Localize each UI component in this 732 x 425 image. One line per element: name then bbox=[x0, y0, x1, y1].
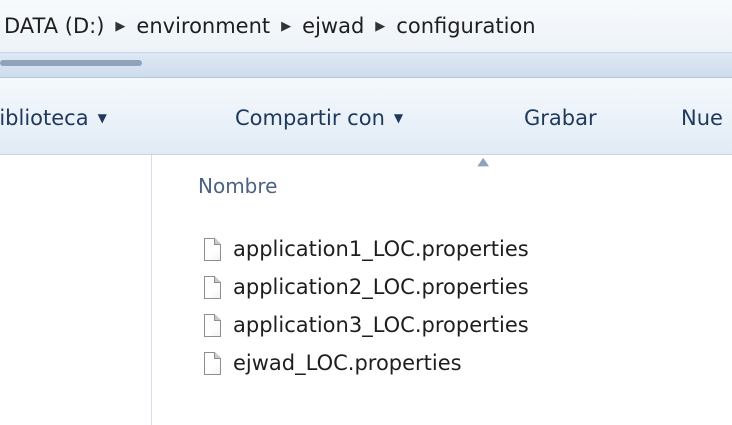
breadcrumb-item-data-drive[interactable]: DATA (D:) bbox=[2, 14, 106, 38]
burn-button[interactable]: Grabar bbox=[524, 103, 597, 133]
file-name: application3_LOC.properties bbox=[233, 313, 529, 337]
list-item[interactable]: ejwad_LOC.properties bbox=[204, 344, 529, 382]
list-item[interactable]: application3_LOC.properties bbox=[204, 306, 529, 344]
scrollbar-thumb[interactable] bbox=[0, 60, 142, 66]
share-with-button[interactable]: Compartir con ▼ bbox=[235, 103, 403, 133]
breadcrumb-item-configuration[interactable]: configuration bbox=[394, 14, 537, 38]
caret-down-icon: ▼ bbox=[97, 111, 107, 125]
list-item[interactable]: application2_LOC.properties bbox=[204, 268, 529, 306]
chevron-right-icon[interactable]: ▶ bbox=[366, 20, 394, 33]
file-rows: application1_LOC.properties application2… bbox=[204, 230, 529, 382]
file-icon bbox=[204, 275, 221, 299]
list-item[interactable]: application1_LOC.properties bbox=[204, 230, 529, 268]
file-icon bbox=[204, 351, 221, 375]
address-bar[interactable]: DATA (D:) ▶ environment ▶ ejwad ▶ config… bbox=[0, 0, 732, 53]
caret-down-icon: ▼ bbox=[393, 111, 404, 125]
new-folder-label: Nue bbox=[681, 106, 723, 130]
breadcrumb-item-ejwad[interactable]: ejwad bbox=[300, 14, 366, 38]
explorer-window: DATA (D:) ▶ environment ▶ ejwad ▶ config… bbox=[0, 0, 732, 425]
breadcrumb-item-environment[interactable]: environment bbox=[134, 14, 272, 38]
file-list[interactable]: ▲ Nombre application1_LOC.properties app… bbox=[152, 155, 732, 425]
file-icon bbox=[204, 313, 221, 337]
chevron-right-icon[interactable]: ▶ bbox=[106, 20, 134, 33]
command-bar: biblioteca ▼ Compartir con ▼ Grabar Nue bbox=[0, 78, 732, 155]
include-in-library-button[interactable]: biblioteca ▼ bbox=[0, 103, 107, 133]
breadcrumb: DATA (D:) ▶ environment ▶ ejwad ▶ config… bbox=[2, 10, 538, 42]
navigation-pane[interactable] bbox=[0, 155, 152, 425]
file-name: application2_LOC.properties bbox=[233, 275, 529, 299]
burn-label: Grabar bbox=[524, 106, 597, 130]
share-with-label: Compartir con bbox=[235, 106, 385, 130]
include-in-library-label: biblioteca bbox=[0, 106, 89, 130]
file-name: application1_LOC.properties bbox=[233, 237, 529, 261]
chevron-right-icon[interactable]: ▶ bbox=[272, 20, 300, 33]
column-header-name[interactable]: Nombre bbox=[198, 174, 277, 198]
new-folder-button[interactable]: Nue bbox=[681, 103, 723, 133]
file-icon bbox=[204, 237, 221, 261]
file-name: ejwad_LOC.properties bbox=[233, 351, 462, 375]
sort-ascending-icon: ▲ bbox=[477, 155, 490, 168]
